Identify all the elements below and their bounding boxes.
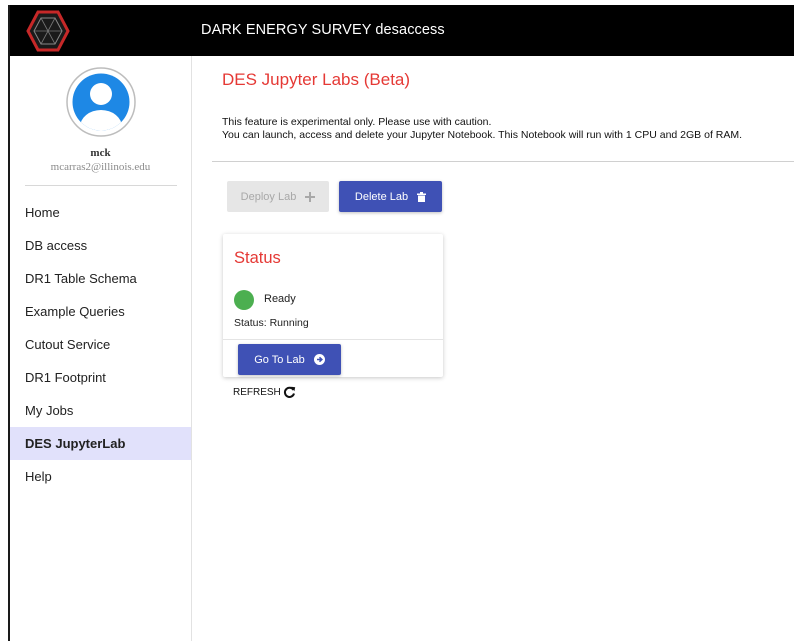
sidebar-item-my-jobs[interactable]: My Jobs	[10, 394, 191, 427]
refresh-label: REFRESH	[233, 387, 281, 398]
sidebar-item-db-access[interactable]: DB access	[10, 229, 191, 262]
refresh-icon	[283, 386, 295, 398]
content-divider	[212, 161, 794, 162]
sidebar-nav: Home DB access DR1 Table Schema Example …	[10, 196, 191, 493]
status-indicator	[234, 290, 254, 310]
go-to-lab-label: Go To Lab	[254, 353, 305, 366]
deploy-lab-button[interactable]: Deploy Lab	[227, 181, 329, 212]
plus-icon	[305, 191, 316, 202]
sidebar-item-dr1-table-schema[interactable]: DR1 Table Schema	[10, 262, 191, 295]
sidebar-item-dr1-footprint[interactable]: DR1 Footprint	[10, 361, 191, 394]
sidebar-item-cutout-service[interactable]: Cutout Service	[10, 328, 191, 361]
ready-text: Ready	[264, 293, 296, 305]
delete-lab-label: Delete Lab	[354, 190, 409, 203]
go-to-lab-button[interactable]: Go To Lab	[238, 344, 341, 375]
sidebar: mck mcarras2@illinois.edu Home DB access…	[10, 56, 192, 641]
page-description: This feature is experimental only. Pleas…	[222, 116, 742, 142]
delete-lab-button[interactable]: Delete Lab	[339, 181, 442, 212]
des-hexagon-logo-icon[interactable]	[24, 9, 70, 53]
user-name: mck	[90, 147, 111, 159]
app-title: DARK ENERGY SURVEY desaccess	[201, 22, 445, 38]
sidebar-item-help[interactable]: Help	[10, 460, 191, 493]
sidebar-item-home[interactable]: Home	[10, 196, 191, 229]
sidebar-item-des-jupyterlab[interactable]: DES JupyterLab	[10, 427, 191, 460]
description-line-1: This feature is experimental only. Pleas…	[222, 116, 492, 128]
top-app-bar: DARK ENERGY SURVEY desaccess	[10, 5, 794, 56]
page-title: DES Jupyter Labs (Beta)	[222, 70, 411, 89]
user-email: mcarras2@illinois.edu	[50, 161, 151, 173]
card-divider	[223, 339, 443, 340]
status-card-title: Status	[234, 249, 281, 267]
trash-icon	[417, 191, 427, 202]
status-card: Status Ready Status: Running Go To Lab	[223, 234, 443, 377]
status-running-text: Status: Running	[234, 317, 309, 329]
main-content: DES Jupyter Labs (Beta) This feature is …	[192, 56, 794, 641]
user-avatar-icon	[66, 67, 136, 137]
refresh-button[interactable]: REFRESH	[233, 386, 296, 399]
description-line-2: You can launch, access and delete your J…	[222, 129, 743, 141]
deploy-lab-label: Deploy Lab	[240, 190, 297, 203]
arrow-circle-right-icon	[313, 354, 325, 365]
sidebar-divider	[25, 185, 177, 186]
sidebar-item-example-queries[interactable]: Example Queries	[10, 295, 191, 328]
app-window: DARK ENERGY SURVEY desaccess mck mcarras…	[8, 5, 794, 641]
